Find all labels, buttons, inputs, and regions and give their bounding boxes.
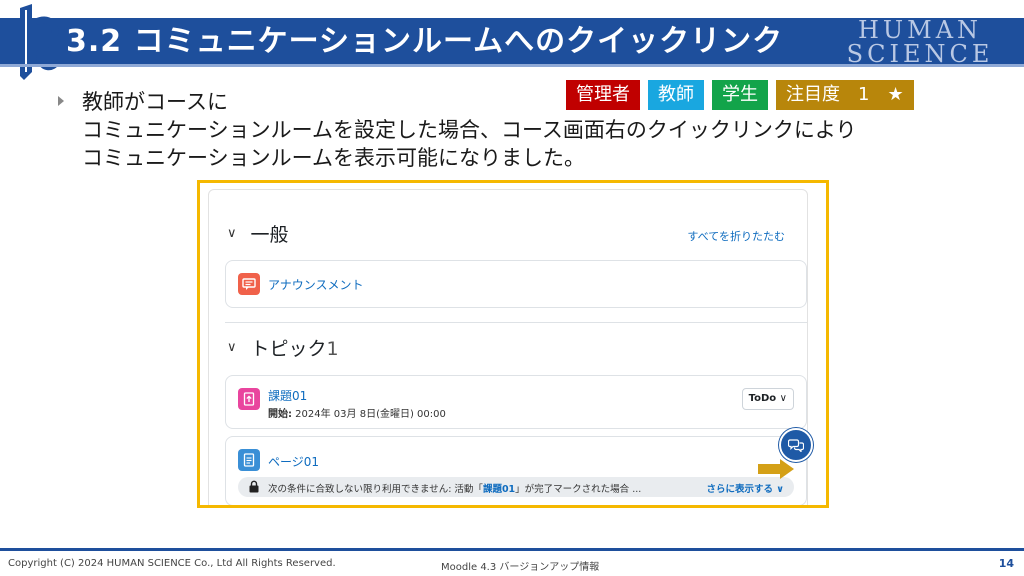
chevron-down-icon[interactable]: ∨ (227, 226, 237, 241)
footer-divider (0, 548, 1024, 551)
course-content: ∨ 一般 すべてを折りたたむ アナウンスメント ∨ トピック1 課題01 開始:… (208, 189, 808, 505)
activity-link[interactable]: アナウンスメント (268, 276, 364, 293)
header-divider (0, 64, 1024, 67)
restriction-text: 次の条件に合致しない限り利用できません: 活動「課題01」が完了マークされた場合… (268, 484, 642, 495)
copyright: Copyright (C) 2024 HUMAN SCIENCE Co., Lt… (8, 558, 336, 569)
chevron-down-icon[interactable]: ∨ (227, 340, 237, 355)
footer-subject: Moodle 4.3 バージョンアップ情報 (441, 562, 600, 573)
chevron-down-icon: ∨ (776, 484, 784, 495)
section-topic1-header[interactable]: ∨ トピック1 (227, 334, 339, 361)
activity-card-page[interactable]: ページ01 次の条件に合致しない限り利用できません: 活動「課題01」が完了マー… (225, 436, 807, 505)
collapse-all-link[interactable]: すべてを折りたたむ (687, 228, 785, 244)
moodle-course-screenshot: ∨ 一般 すべてを折りたたむ アナウンスメント ∨ トピック1 課題01 開始:… (197, 180, 829, 508)
page-icon (238, 449, 260, 471)
activity-dates: 開始: 2024年 03月 8日(金曜日) 00:00 (268, 409, 446, 420)
description-line: 教師がコースに (82, 90, 228, 114)
activity-link[interactable]: 課題01 (268, 387, 307, 404)
activity-card-assignment[interactable]: 課題01 開始: 2024年 03月 8日(金曜日) 00:00 ToDo ∨ (225, 375, 807, 429)
forum-icon (238, 273, 260, 295)
section-general-header[interactable]: ∨ 一般 (227, 220, 289, 247)
slide-title: 3.2 コミュニケーションルームへのクイックリンク (66, 24, 784, 59)
activity-link[interactable]: ページ01 (268, 453, 319, 470)
section-title: トピック (250, 338, 327, 360)
brand-logo: HUMAN SCIENCE (846, 16, 994, 68)
bullet-arrow-icon (58, 96, 64, 106)
todo-dropdown[interactable]: ToDo ∨ (741, 388, 794, 410)
communication-room-quicklink[interactable] (779, 428, 813, 462)
pointer-arrow-icon (758, 459, 794, 479)
chat-bubbles-icon (788, 439, 804, 452)
lock-icon (249, 480, 259, 493)
description-line: コミュニケーションルームを表示可能になりました。 (82, 146, 585, 170)
activity-card-announcement[interactable]: アナウンスメント (225, 260, 807, 308)
section-title: 一般 (250, 224, 289, 246)
section-divider (225, 322, 807, 323)
restriction-notice: 次の条件に合致しない限り利用できません: 活動「課題01」が完了マークされた場合… (238, 477, 794, 497)
assignment-icon (238, 388, 260, 410)
page-number: 14 (998, 557, 1014, 570)
hs-logo-mark (20, 4, 60, 80)
description: 教師がコースに コミュニケーションルームを設定した場合、コース画面右のクイックリ… (82, 88, 902, 172)
section-number: 1 (326, 338, 339, 360)
show-more-link[interactable]: さらに表示する ∨ (706, 481, 784, 495)
chevron-down-icon: ∨ (779, 393, 787, 404)
description-line: コミュニケーションルームを設定した場合、コース画面右のクイックリンクにより (82, 118, 857, 142)
